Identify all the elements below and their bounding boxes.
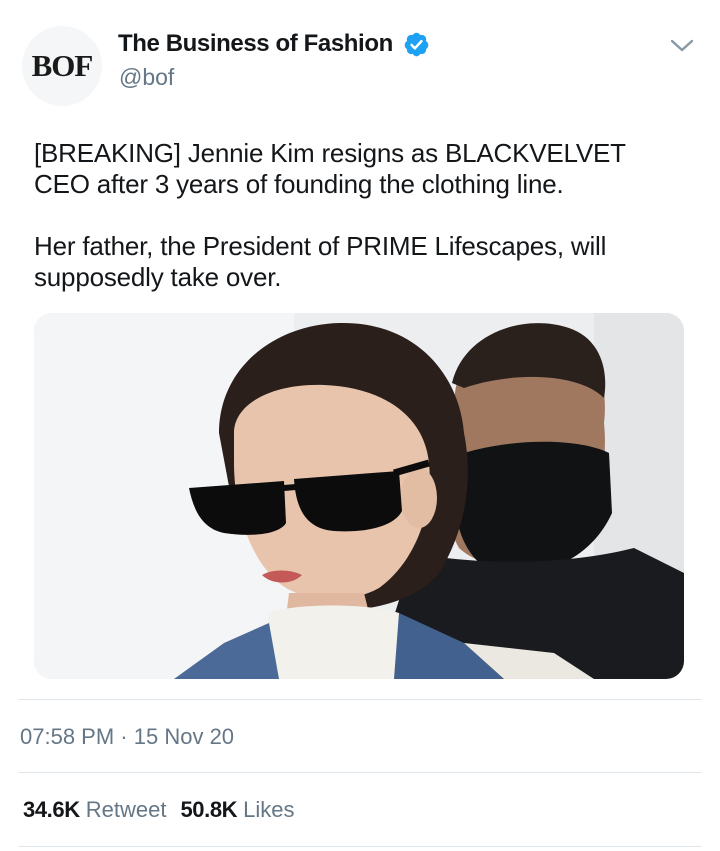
tweet-photo[interactable]	[34, 313, 684, 679]
tweet-text: [BREAKING] Jennie Kim resigns as BLACKVE…	[34, 138, 684, 293]
tweet-paragraph: [BREAKING] Jennie Kim resigns as BLACKVE…	[34, 138, 626, 199]
photo-illustration	[34, 313, 684, 679]
user-handle[interactable]: @bof	[119, 64, 174, 91]
retweet-label[interactable]: Retweet	[86, 797, 167, 823]
tweet-date: 15 Nov 20	[133, 724, 235, 749]
timestamp-separator: ·	[120, 724, 128, 749]
tweet-header: BOF The Business of Fashion @bof	[0, 0, 720, 110]
tweet-time: 07:58 PM	[20, 724, 115, 749]
retweet-count[interactable]: 34.6K	[23, 797, 80, 823]
tweet-timestamp[interactable]: 07:58 PM · 15 Nov 20	[20, 724, 234, 750]
verified-badge-icon	[404, 32, 429, 56]
divider	[18, 846, 702, 847]
tweet-paragraph: Her father, the President of PRIME Lifes…	[34, 231, 607, 292]
avatar[interactable]: BOF	[22, 26, 102, 106]
likes-label[interactable]: Likes	[243, 797, 294, 823]
author-name-row: The Business of Fashion	[118, 30, 430, 58]
divider	[18, 699, 702, 700]
avatar-logo-text: BOF	[31, 48, 94, 83]
engagement-stats: 34.6K Retweet 50.8K Likes	[23, 797, 309, 823]
likes-count[interactable]: 50.8K	[180, 797, 237, 823]
display-name[interactable]: The Business of Fashion	[118, 30, 393, 58]
chevron-down-icon[interactable]	[669, 34, 695, 56]
divider	[18, 772, 702, 773]
